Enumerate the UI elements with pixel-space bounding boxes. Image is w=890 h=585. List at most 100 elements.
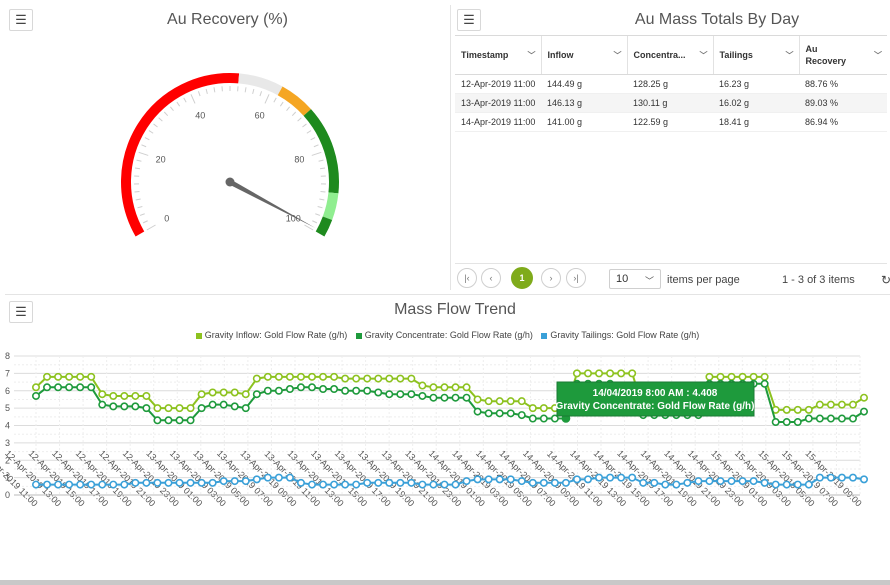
page-1-button[interactable]: 1 [511, 267, 533, 289]
data-point [462, 383, 471, 392]
data-point [252, 390, 261, 399]
data-point [528, 414, 537, 423]
data-point [804, 480, 813, 489]
data-point [241, 404, 250, 413]
data-point [606, 369, 615, 378]
data-point [76, 372, 85, 381]
data-point [76, 383, 85, 392]
gauge-minor-tick [313, 144, 319, 148]
chevron-down-icon[interactable]: ﹀ [528, 50, 536, 62]
data-point [186, 416, 195, 425]
table-row[interactable]: 14-Apr-2019 11:00 141.00 g 122.59 g 18.4… [455, 112, 887, 132]
cell-tailings: 16.02 g [713, 93, 799, 113]
mass-totals-grid: Timestamp ﹀ Inflow ﹀ Concentra... ﹀ Tailing… [455, 35, 887, 132]
data-point [716, 477, 725, 486]
gauge-minor-tick [134, 167, 141, 170]
data-point [484, 475, 493, 484]
table-row[interactable]: 13-Apr-2019 11:00 146.13 g 130.11 g 16.0… [455, 93, 887, 113]
last-page-button[interactable]: ›| [566, 268, 586, 288]
data-point [429, 383, 438, 392]
data-point [528, 404, 537, 413]
data-point [407, 390, 416, 399]
gauge-major-tick [138, 151, 149, 156]
au-mass-totals-panel: ☰ Au Mass Totals By Day Timestamp ﹀ Inflo… [452, 5, 890, 290]
data-point [606, 473, 615, 482]
data-point [859, 475, 868, 484]
data-point [374, 478, 383, 487]
data-point [330, 385, 339, 394]
next-page-button[interactable]: › [541, 268, 561, 288]
y-tick-label: 0 [5, 490, 10, 500]
data-point [153, 478, 162, 487]
data-point [782, 405, 791, 414]
data-point [462, 393, 471, 402]
data-point [837, 400, 846, 409]
legend-item-concentrate[interactable]: Gravity Concentrate: Gold Flow Rate (g/h… [355, 330, 533, 340]
gauge-major-tick [146, 224, 156, 231]
chevron-down-icon[interactable]: ﹀ [700, 50, 708, 62]
y-tick-label: 5 [5, 403, 10, 413]
column-header-concentrate[interactable]: Concentra... ﹀ [627, 36, 714, 75]
data-point [352, 374, 361, 383]
data-point [495, 475, 504, 484]
data-point [363, 478, 372, 487]
data-point [694, 477, 703, 486]
cell-inflow: 146.13 g [541, 93, 627, 113]
data-point [341, 374, 350, 383]
data-point [374, 388, 383, 397]
data-point [241, 390, 250, 399]
data-point [848, 414, 857, 423]
legend-item-inflow[interactable]: Gravity Inflow: Gold Flow Rate (g/h) [195, 330, 347, 340]
data-point [506, 409, 515, 418]
data-point [617, 473, 626, 482]
data-point [793, 418, 802, 427]
column-header-inflow[interactable]: Inflow ﹀ [541, 36, 628, 75]
data-point [65, 372, 74, 381]
data-point [65, 383, 74, 392]
data-point [208, 388, 217, 397]
au-recovery-panel: ☰ Au Recovery (%) 0 20 40 60 80 100 [5, 5, 451, 290]
chevron-down-icon[interactable]: ﹀ [874, 50, 882, 62]
column-header-tailings[interactable]: Tailings ﹀ [713, 36, 800, 75]
gauge-minor-tick [291, 111, 297, 117]
data-point [837, 473, 846, 482]
data-point [628, 369, 637, 378]
prev-page-button[interactable]: ‹ [481, 268, 501, 288]
refresh-icon[interactable]: ↻ [881, 273, 890, 287]
gauge-minor-tick [148, 130, 154, 134]
data-point [385, 374, 394, 383]
gauge-major-tick [190, 94, 196, 104]
y-tick-label: 3 [5, 438, 10, 448]
data-point [319, 372, 328, 381]
data-point [219, 400, 228, 409]
data-point [274, 372, 283, 381]
cell-timestamp: 14-Apr-2019 11:00 [455, 112, 541, 132]
gauge-minor-tick [244, 87, 247, 93]
gauge-major-tick [311, 151, 322, 156]
tooltip-line-2: Gravity Concentrate: Gold Flow Rate (g/h… [556, 401, 755, 412]
grid-header-row: Timestamp ﹀ Inflow ﹀ Concentra... ﹀ Tailing… [455, 36, 887, 75]
first-page-button[interactable]: |‹ [457, 268, 477, 288]
data-point [363, 386, 372, 395]
data-point [131, 402, 140, 411]
data-point [484, 397, 493, 406]
data-point [484, 409, 493, 418]
data-point [683, 478, 692, 487]
column-header-timestamp[interactable]: Timestamp ﹀ [455, 36, 542, 75]
data-point [716, 372, 725, 381]
column-header-au-recovery[interactable]: Au Recovery ﹀ [799, 36, 887, 75]
legend-item-tailings[interactable]: Gravity Tailings: Gold Flow Rate (g/h) [541, 330, 699, 340]
data-point [43, 372, 52, 381]
data-point [396, 390, 405, 399]
data-point [539, 478, 548, 487]
gauge-major-tick [264, 94, 270, 104]
gauge-minor-tick [302, 123, 307, 128]
page-size-select[interactable]: 10 ﹀ [609, 269, 661, 289]
y-tick-label: 4 [5, 421, 10, 431]
table-menu-button[interactable]: ☰ [457, 9, 481, 31]
chevron-down-icon[interactable]: ﹀ [614, 50, 622, 62]
gauge-chart: 02040 6080100 [121, 73, 339, 237]
table-row[interactable]: 12-Apr-2019 11:00 144.49 g 128.25 g 16.2… [455, 74, 887, 94]
chevron-down-icon[interactable]: ﹀ [786, 50, 794, 62]
gauge-minor-tick [279, 101, 284, 107]
